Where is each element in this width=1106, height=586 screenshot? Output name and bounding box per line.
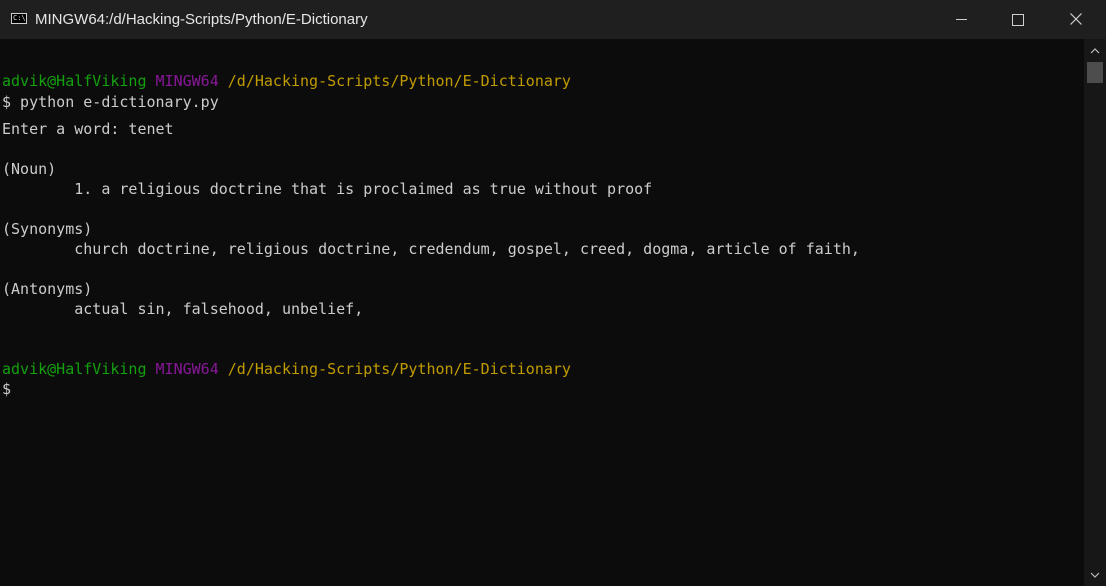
terminal-output[interactable]: advik@HalfViking MINGW64 /d/Hacking-Scri… (2, 39, 1082, 586)
window-title: MINGW64:/d/Hacking-Scripts/Python/E-Dict… (35, 11, 368, 28)
terminal-app-icon[interactable]: C:\ (11, 13, 27, 24)
input-line: Enter a word: tenet (2, 120, 174, 138)
prompt-path: /d/Hacking-Scripts/Python/E-Dictionary (227, 360, 571, 378)
prompt-shell: MINGW64 (155, 72, 219, 90)
synonyms-list: church doctrine, religious doctrine, cre… (2, 240, 860, 258)
antonyms-header: (Antonyms) (2, 280, 93, 298)
maximize-button[interactable] (989, 0, 1047, 39)
minimize-icon (956, 19, 967, 20)
prompt-user: advik@HalfViking (2, 360, 147, 378)
prompt-path: /d/Hacking-Scripts/Python/E-Dictionary (227, 72, 571, 90)
scrollbar-thumb[interactable] (1087, 62, 1103, 83)
minimize-button[interactable] (932, 0, 990, 39)
prompt-user: advik@HalfViking (2, 72, 147, 90)
shell-prompt[interactable]: $ (2, 379, 11, 399)
vertical-scrollbar[interactable] (1084, 39, 1106, 586)
close-icon (1070, 13, 1082, 25)
noun-header: (Noun) (2, 160, 57, 178)
prompt-line-2: advik@HalfViking MINGW64 /d/Hacking-Scri… (2, 359, 571, 379)
scroll-down-icon[interactable] (1088, 569, 1102, 581)
command-line: $ python e-dictionary.py (2, 93, 219, 111)
synonyms-header: (Synonyms) (2, 220, 93, 238)
prompt-shell: MINGW64 (155, 360, 219, 378)
noun-definition: 1. a religious doctrine that is proclaim… (2, 180, 653, 198)
title-bar[interactable]: C:\ MINGW64:/d/Hacking-Scripts/Python/E-… (0, 0, 1106, 39)
app-icon-glyph: C:\ (13, 14, 26, 22)
terminal-window: C:\ MINGW64:/d/Hacking-Scripts/Python/E-… (0, 0, 1106, 586)
scroll-up-icon[interactable] (1088, 45, 1102, 57)
maximize-icon (1012, 14, 1024, 26)
prompt-line-1: advik@HalfViking MINGW64 /d/Hacking-Scri… (2, 71, 571, 91)
antonyms-list: actual sin, falsehood, unbelief, (2, 300, 364, 318)
close-button[interactable] (1047, 0, 1105, 39)
